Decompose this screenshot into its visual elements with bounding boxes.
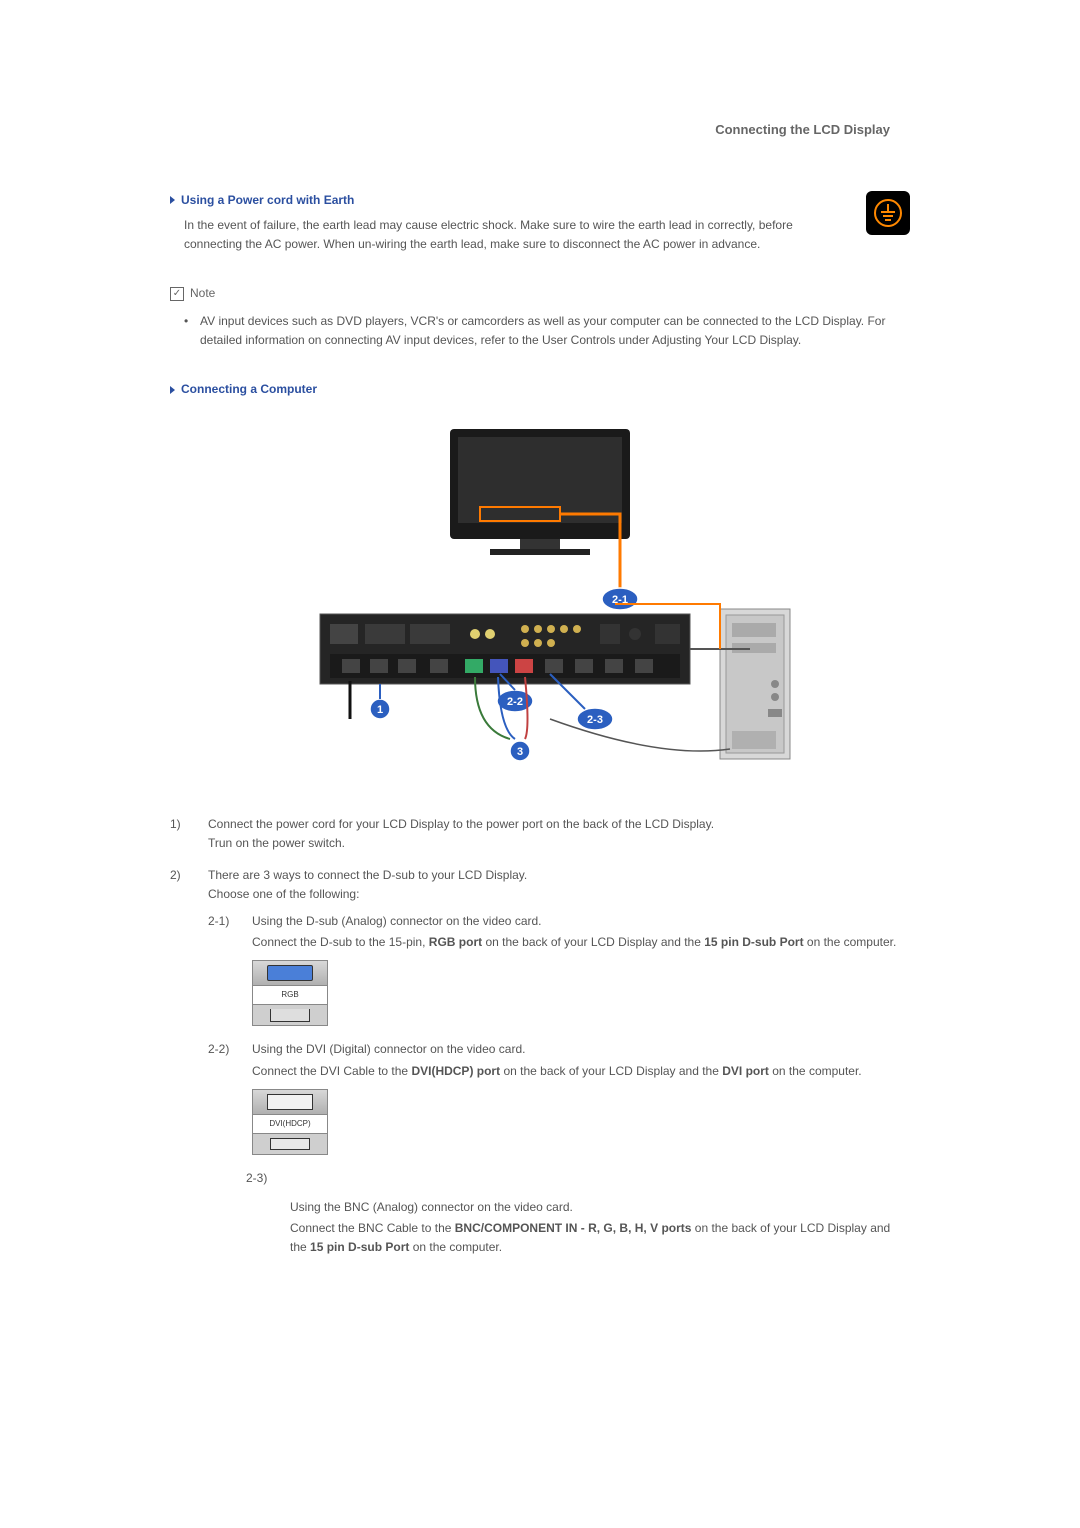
- heading-connecting-computer-label: Connecting a Computer: [181, 380, 317, 399]
- step-1-line2: Trun on the power switch.: [208, 834, 910, 853]
- note-list: AV input devices such as DVD players, VC…: [184, 312, 910, 350]
- earth-ground-icon: [866, 191, 910, 235]
- note-label: Note: [190, 284, 215, 303]
- step-2-content: There are 3 ways to connect the D-sub to…: [208, 866, 910, 1260]
- rgb-port-label: RGB: [253, 985, 327, 1005]
- steps-list: 1) Connect the power cord for your LCD D…: [170, 815, 910, 1259]
- dvi-port-image: DVI(HDCP): [252, 1089, 328, 1155]
- step-1: 1) Connect the power cord for your LCD D…: [170, 815, 910, 853]
- substep-2-3-num: 2-3): [246, 1169, 910, 1188]
- page-container: Connecting the LCD Display Using a Power…: [170, 0, 910, 1350]
- substep-2-1-line1: Using the D-sub (Analog) connector on th…: [252, 912, 910, 931]
- svg-text:2-3: 2-3: [587, 714, 603, 726]
- heading-power-cord-label: Using a Power cord with Earth: [181, 191, 354, 210]
- connection-diagram: 2-1: [280, 419, 800, 785]
- heading-power-cord: Using a Power cord with Earth: [170, 191, 850, 210]
- substep-2-3-content: Using the BNC (Analog) connector on the …: [290, 1198, 910, 1258]
- substep-2-2-line1: Using the DVI (Digital) connector on the…: [252, 1040, 910, 1059]
- power-cord-paragraph: In the event of failure, the earth lead …: [184, 216, 850, 254]
- note-row: ✓ Note: [170, 284, 910, 303]
- substep-2-1-line2: Connect the D-sub to the 15-pin, RGB por…: [252, 933, 910, 952]
- earth-text-block: Using a Power cord with Earth In the eve…: [170, 191, 850, 265]
- rgb-port-image: RGB: [252, 960, 328, 1026]
- substep-2-2-num: 2-2): [208, 1040, 238, 1154]
- step-1-line1: Connect the power cord for your LCD Disp…: [208, 815, 910, 834]
- svg-text:1: 1: [377, 704, 383, 716]
- substep-2-3-line2: Connect the BNC Cable to the BNC/COMPONE…: [290, 1219, 910, 1257]
- step-1-num: 1): [170, 815, 194, 853]
- check-icon: ✓: [170, 287, 184, 301]
- arrow-icon: [170, 386, 175, 394]
- svg-text:2-2: 2-2: [507, 696, 523, 708]
- substep-2-1: 2-1) Using the D-sub (Analog) connector …: [208, 912, 910, 1026]
- substep-2-2-content: Using the DVI (Digital) connector on the…: [252, 1040, 910, 1154]
- svg-text:3: 3: [517, 746, 523, 758]
- step-1-content: Connect the power cord for your LCD Disp…: [208, 815, 910, 853]
- step-2-line2: Choose one of the following:: [208, 885, 910, 904]
- arrow-icon: [170, 196, 175, 204]
- substep-2-2-line2: Connect the DVI Cable to the DVI(HDCP) p…: [252, 1062, 910, 1081]
- substep-2-1-num: 2-1): [208, 912, 238, 1026]
- step-2-sublist: 2-1) Using the D-sub (Analog) connector …: [208, 912, 910, 1155]
- substep-2-2: 2-2) Using the DVI (Digital) connector o…: [208, 1040, 910, 1154]
- substep-2-1-content: Using the D-sub (Analog) connector on th…: [252, 912, 910, 1026]
- step-2: 2) There are 3 ways to connect the D-sub…: [170, 866, 910, 1260]
- section-connecting-computer: Connecting a Computer 2-1: [170, 380, 910, 1260]
- step-2-line1: There are 3 ways to connect the D-sub to…: [208, 866, 910, 885]
- heading-connecting-computer: Connecting a Computer: [170, 380, 910, 399]
- page-title: Connecting the LCD Display: [170, 120, 910, 141]
- substep-2-3-line1: Using the BNC (Analog) connector on the …: [290, 1198, 910, 1217]
- note-item: AV input devices such as DVD players, VC…: [184, 312, 910, 350]
- step-2-num: 2): [170, 866, 194, 1260]
- dvi-port-label: DVI(HDCP): [253, 1114, 327, 1134]
- section-power-cord: Using a Power cord with Earth In the eve…: [170, 191, 910, 350]
